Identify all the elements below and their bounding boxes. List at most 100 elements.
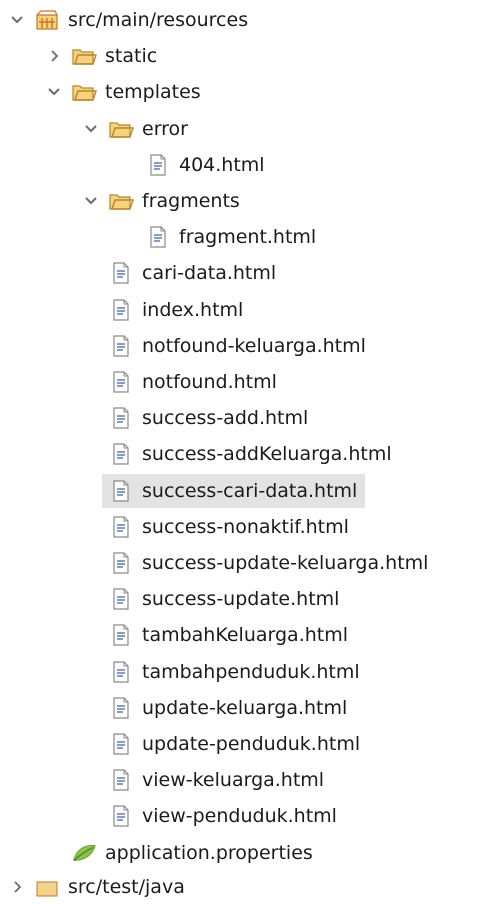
html-file-icon [108, 660, 134, 683]
tree-row-error[interactable]: error [0, 112, 484, 146]
tree-twisty-spacer [119, 156, 137, 174]
tree-row-notfound-html[interactable]: notfound.html [0, 365, 484, 399]
tree-twisty-spacer [45, 844, 63, 862]
html-file-icon [108, 697, 134, 719]
tree-row-cari-data-html[interactable]: cari-data.html [0, 256, 484, 290]
package-folder-icon [34, 876, 60, 898]
html-file-icon [108, 262, 134, 284]
tree-node-label: notfound-keluarga.html [142, 334, 366, 357]
html-file-icon [145, 154, 171, 176]
html-file-icon [108, 516, 134, 538]
tree-row-success-update-html[interactable]: success-update.html [0, 582, 484, 616]
tree-row-view-penduduk-html[interactable]: view-penduduk.html [0, 799, 484, 833]
tree-node-label: static [105, 45, 158, 68]
html-file-icon [108, 733, 134, 755]
tree-node-label: success-cari-data.html [142, 479, 358, 502]
partially-visible-tree-row-bottom[interactable]: src/test/java [0, 870, 484, 904]
tree-twisty-spacer [82, 337, 100, 355]
folder-icon [108, 118, 134, 140]
html-file-icon [145, 226, 171, 248]
tree-row-notfound-keluarga-html[interactable]: notfound-keluarga.html [0, 329, 484, 363]
html-file-icon [108, 624, 134, 646]
tree-row-application-properties[interactable]: application.properties [0, 836, 484, 870]
tree-row-success-update-keluarga-html[interactable]: success-update-keluarga.html [0, 546, 484, 580]
html-file-icon [108, 479, 134, 502]
tree-twisty-spacer [82, 409, 100, 427]
chevron-down-icon[interactable] [8, 11, 26, 29]
tree-row-update-keluarga-html[interactable]: update-keluarga.html [0, 691, 484, 725]
tree-twisty-spacer [82, 626, 100, 644]
tree-node-label: view-penduduk.html [142, 805, 337, 828]
tree-twisty-spacer [82, 264, 100, 282]
tree-node-label: fragments [142, 190, 240, 212]
html-file-icon [108, 769, 134, 791]
html-file-icon [108, 552, 134, 574]
tree-node-label: tambahKeluarga.html [142, 624, 349, 647]
tree-node-label: fragment.html [179, 226, 317, 249]
html-file-icon [108, 407, 134, 429]
tree-twisty-spacer [82, 518, 100, 536]
tree-twisty-spacer [82, 445, 100, 463]
folder-icon [108, 190, 134, 212]
tree-node-label: success-add.html [142, 407, 309, 430]
chevron-down-icon[interactable] [45, 83, 63, 101]
tree-node-label: cari-data.html [142, 262, 277, 285]
tree-twisty-spacer [119, 228, 137, 246]
partially-visible-tree-row-top [0, 0, 484, 4]
tree-node-label: src/main/resources [68, 9, 249, 31]
tree-node-label: success-update-keluarga.html [142, 552, 429, 574]
tree-row-fragments[interactable]: fragments [0, 184, 484, 218]
tree-node-label: index.html [142, 298, 244, 321]
html-file-icon [108, 371, 134, 393]
tree-node-label: error [142, 117, 188, 140]
tree-node-label: success-addKeluarga.html [142, 443, 392, 466]
tree-node-label: 404.html [179, 153, 265, 176]
tree-row-view-keluarga-html[interactable]: view-keluarga.html [0, 763, 484, 797]
tree-twisty-spacer [82, 699, 100, 717]
tree-node-label: application.properties [105, 841, 313, 864]
tree-row-static[interactable]: static [0, 39, 484, 73]
tree-node-label: templates [105, 81, 201, 104]
tree-node-label: update-penduduk.html [142, 733, 361, 755]
tree-twisty-spacer [82, 554, 100, 572]
tree-row-success-add-html[interactable]: success-add.html [0, 401, 484, 435]
tree-twisty-spacer [82, 663, 100, 681]
tree-row-tambahpenduduk-html[interactable]: tambahpenduduk.html [0, 655, 484, 689]
tree-node-label: src/test/java [68, 876, 185, 898]
tree-row-success-cari-data-html[interactable]: success-cari-data.html [102, 473, 366, 508]
tree-twisty-spacer [82, 807, 100, 825]
html-file-icon [108, 443, 134, 465]
chevron-down-icon[interactable] [82, 120, 100, 138]
folder-icon [210, 0, 236, 1]
html-file-icon [108, 805, 134, 827]
tree-twisty-spacer [82, 771, 100, 789]
html-file-icon [108, 588, 134, 610]
chevron-right-icon[interactable] [45, 47, 63, 65]
tree-row-src-main-resources[interactable]: src/main/resources [0, 3, 484, 37]
tree-node-label: tambahpenduduk.html [142, 660, 360, 683]
chevron-down-icon[interactable] [82, 192, 100, 210]
tree-row-update-penduduk-html[interactable]: update-penduduk.html [0, 727, 484, 761]
folder-icon [71, 81, 97, 103]
tree-twisty-spacer [82, 735, 100, 753]
tree-node-label: view-keluarga.html [142, 769, 325, 792]
tree-row-tambahkeluarga-html[interactable]: tambahKeluarga.html [0, 618, 484, 652]
tree-twisty-spacer [82, 590, 100, 608]
tree-twisty-spacer [82, 373, 100, 391]
html-file-icon [108, 298, 134, 321]
tree-row-success-addkeluarga-html[interactable]: success-addKeluarga.html [0, 437, 484, 471]
html-file-icon [108, 335, 134, 357]
tree-row-fragment-html[interactable]: fragment.html [0, 220, 484, 254]
tree-row-templates[interactable]: templates [0, 75, 484, 109]
tree-row-index-html[interactable]: index.html [0, 293, 484, 327]
package-folder-icon [34, 9, 60, 31]
tree-node-label: success-update.html [142, 588, 340, 611]
tree-node-label: notfound.html [142, 371, 277, 393]
tree-row-404-html[interactable]: 404.html [0, 148, 484, 182]
tree-node-label: update-keluarga.html [142, 696, 348, 719]
folder-icon [71, 45, 97, 67]
tree-row-success-nonaktif-html[interactable]: success-nonaktif.html [0, 510, 484, 544]
tree-node-label: success-nonaktif.html [142, 515, 349, 538]
properties-file-icon [71, 842, 97, 864]
tree-twisty-spacer [82, 301, 100, 319]
